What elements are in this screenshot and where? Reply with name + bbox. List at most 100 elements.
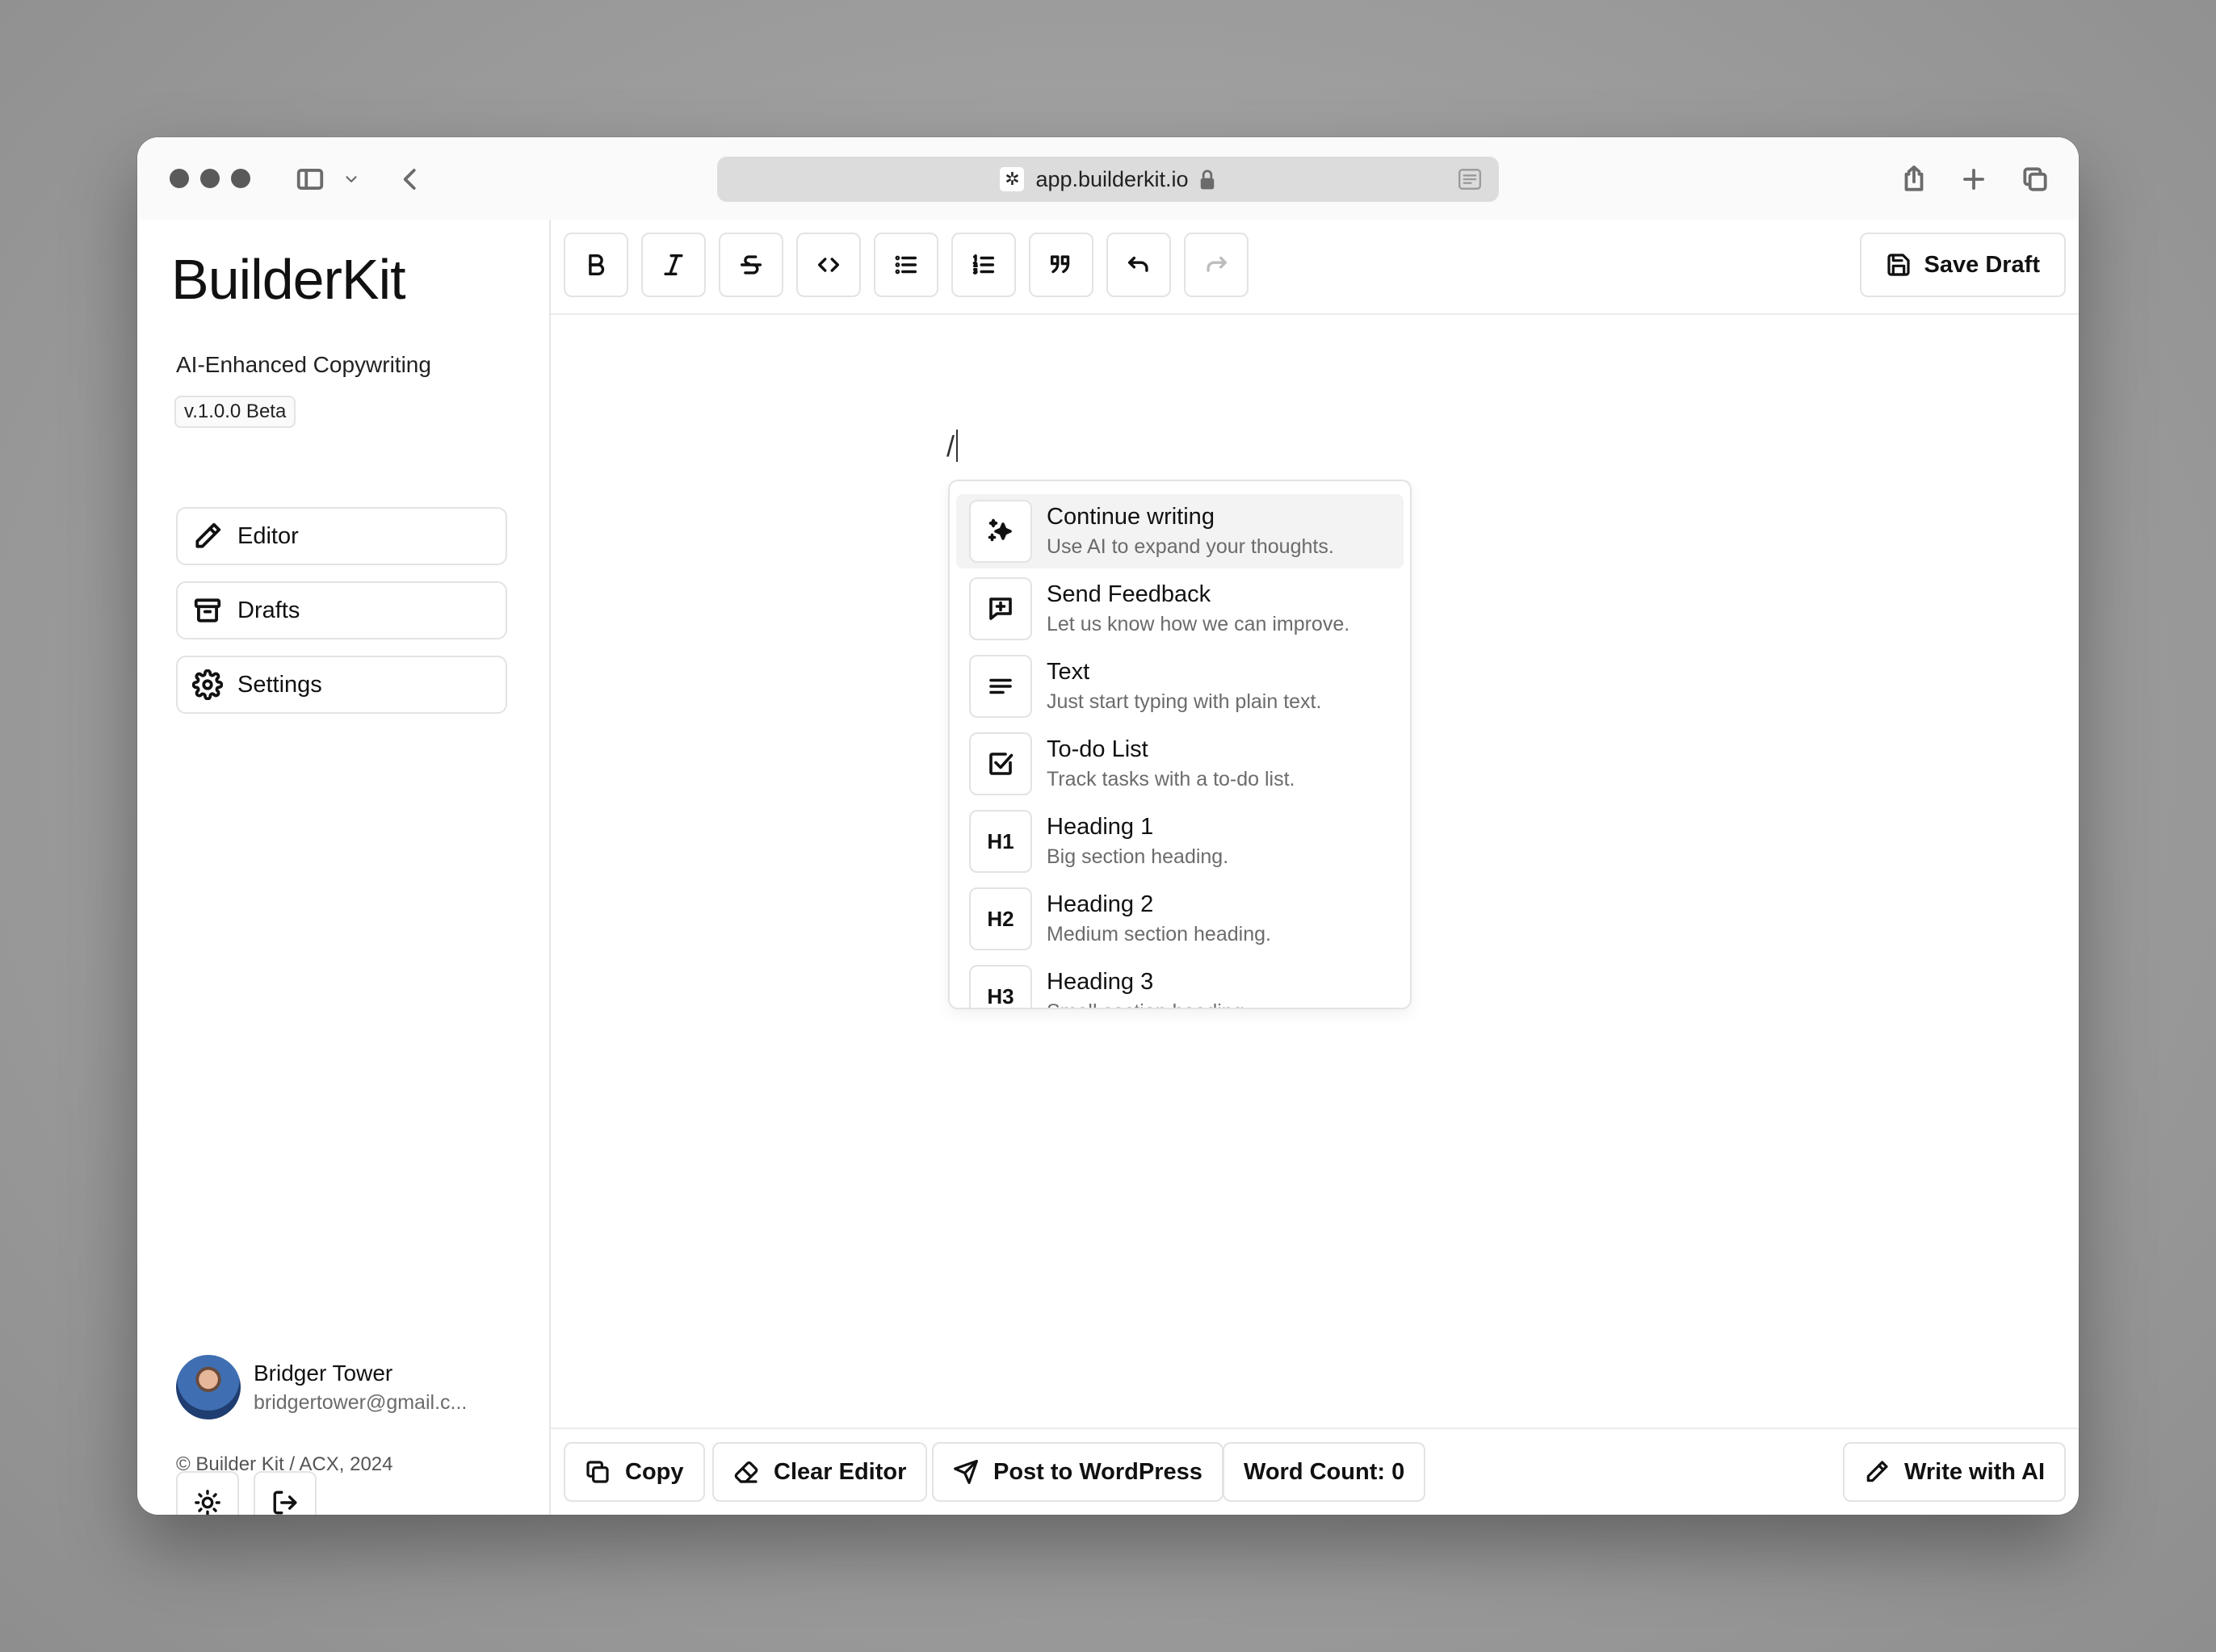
menu-item-desc: Just start typing with plain text. <box>1047 690 1322 713</box>
eraser-icon <box>734 1461 758 1483</box>
feedback-icon <box>969 577 1032 640</box>
text-icon <box>969 655 1032 718</box>
italic-button[interactable] <box>641 233 706 297</box>
theme-toggle-button[interactable] <box>176 1471 239 1515</box>
bold-button[interactable] <box>564 233 628 297</box>
user-name: Bridger Tower <box>254 1360 393 1386</box>
word-count-label: Word Count: 0 <box>1244 1458 1405 1485</box>
menu-item-heading-3[interactable]: H3 Heading 3 Small section heading. <box>956 959 1404 1008</box>
save-draft-label: Save Draft <box>1924 251 2040 278</box>
back-icon[interactable] <box>392 161 428 197</box>
undo-button[interactable] <box>1106 233 1171 297</box>
menu-item-heading-1[interactable]: H1 Heading 1 Big section heading. <box>956 804 1404 878</box>
redo-icon <box>1207 256 1228 272</box>
checkbox-icon <box>969 732 1032 795</box>
menu-item-title: Continue writing <box>1047 504 1215 530</box>
strikethrough-icon <box>740 255 762 275</box>
logout-button[interactable] <box>254 1471 317 1515</box>
quote-button[interactable] <box>1029 233 1093 297</box>
post-wordpress-label: Post to WordPress <box>993 1458 1202 1485</box>
code-button[interactable] <box>796 233 861 297</box>
copyright: © Builder Kit / ACX, 2024 <box>176 1453 393 1475</box>
ordered-list-icon <box>972 254 995 275</box>
menu-item-desc: Track tasks with a to-do list. <box>1047 768 1295 790</box>
code-icon <box>817 258 840 272</box>
sidebar-item-settings[interactable]: Settings <box>176 656 507 714</box>
write-with-ai-button[interactable]: Write with AI <box>1843 1442 2066 1502</box>
pencil-icon <box>1866 1461 1888 1482</box>
write-with-ai-label: Write with AI <box>1904 1458 2045 1485</box>
clear-editor-button[interactable]: Clear Editor <box>712 1442 928 1502</box>
sidebar-toggle-icon[interactable] <box>292 161 328 197</box>
avatar <box>176 1355 241 1419</box>
word-count: Word Count: 0 <box>1223 1442 1426 1502</box>
chevron-down-icon[interactable] <box>339 161 363 197</box>
undo-icon <box>1127 256 1148 272</box>
reader-icon[interactable] <box>1458 169 1481 190</box>
title-bar: ✲ app.builderkit.io <box>137 137 2079 220</box>
menu-item-text[interactable]: Text Just start typing with plain text. <box>956 649 1404 723</box>
sidebar-item-label: Editor <box>237 522 299 549</box>
sidebar-item-label: Drafts <box>237 597 300 623</box>
minimize-window-button[interactable] <box>200 169 220 188</box>
menu-item-send-feedback[interactable]: Send Feedback Let us know how we can imp… <box>956 572 1404 646</box>
address-bar[interactable]: ✲ app.builderkit.io <box>717 157 1499 202</box>
tab-overview-icon[interactable] <box>2017 161 2053 197</box>
ordered-list-button[interactable] <box>951 233 1016 297</box>
copy-label: Copy <box>625 1458 684 1485</box>
menu-item-desc: Big section heading. <box>1047 845 1229 868</box>
brand-logo: BuilderKit <box>171 248 406 311</box>
editor-content[interactable]: / <box>946 430 955 463</box>
editor-main: Save Draft / Continue writing Use AI to … <box>551 220 2079 1515</box>
save-draft-button[interactable]: Save Draft <box>1859 233 2066 297</box>
menu-item-title: Text <box>1047 659 1090 685</box>
user-email: bridgertower@gmail.c... <box>254 1390 468 1414</box>
share-icon[interactable] <box>1896 161 1932 197</box>
menu-item-title: Send Feedback <box>1047 581 1211 607</box>
send-icon <box>954 1460 978 1484</box>
copy-icon <box>586 1461 609 1483</box>
archive-icon <box>194 598 221 623</box>
menu-item-title: Heading 2 <box>1047 891 1154 917</box>
bold-icon <box>589 254 605 276</box>
copy-button[interactable]: Copy <box>564 1442 705 1502</box>
zoom-window-button[interactable] <box>231 169 250 188</box>
clear-editor-label: Clear Editor <box>774 1458 907 1485</box>
menu-item-desc: Use AI to expand your thoughts. <box>1047 535 1334 558</box>
version-badge: v.1.0.0 Beta <box>174 396 296 428</box>
menu-item-todo-list[interactable]: To-do List Track tasks with a to-do list… <box>956 727 1404 801</box>
menu-item-desc: Medium section heading. <box>1047 923 1271 945</box>
quote-icon <box>1050 255 1070 274</box>
menu-item-title: Heading 1 <box>1047 814 1154 840</box>
menu-item-continue-writing[interactable]: Continue writing Use AI to expand your t… <box>956 494 1404 568</box>
redo-button[interactable] <box>1184 233 1249 297</box>
heading-2-icon: H2 <box>969 887 1032 950</box>
gear-icon <box>192 669 223 700</box>
text-caret <box>956 430 958 462</box>
menu-item-title: Heading 3 <box>1047 969 1154 995</box>
format-toolbar: Save Draft <box>551 220 2079 315</box>
sparkles-icon <box>969 500 1032 563</box>
italic-icon <box>664 254 683 276</box>
action-bar: Copy Clear Editor Post to WordPress Word… <box>551 1428 2079 1515</box>
url-text: app.builderkit.io <box>1035 166 1189 191</box>
sidebar-item-drafts[interactable]: Drafts <box>176 581 507 639</box>
user-profile[interactable]: Bridger Tower bridgertower@gmail.c... <box>176 1355 467 1419</box>
strikethrough-button[interactable] <box>719 233 783 297</box>
sidebar-item-editor[interactable]: Editor <box>176 507 507 565</box>
pencil-icon <box>195 522 221 548</box>
post-wordpress-button[interactable]: Post to WordPress <box>932 1442 1223 1502</box>
heading-3-icon: H3 <box>969 965 1032 1008</box>
menu-item-heading-2[interactable]: H2 Heading 2 Medium section heading. <box>956 882 1404 956</box>
sidebar: BuilderKit AI-Enhanced Copywriting v.1.0… <box>137 220 551 1515</box>
bullet-list-icon <box>895 255 917 275</box>
new-tab-icon[interactable] <box>1956 161 1991 197</box>
menu-item-title: To-do List <box>1047 736 1148 762</box>
sun-icon <box>195 1490 220 1515</box>
tagline: AI-Enhanced Copywriting <box>176 352 431 377</box>
close-window-button[interactable] <box>170 169 189 188</box>
sidebar-item-label: Settings <box>237 671 322 698</box>
heading-1-icon: H1 <box>969 810 1032 873</box>
bullet-list-button[interactable] <box>874 233 938 297</box>
logout-icon <box>273 1491 297 1515</box>
